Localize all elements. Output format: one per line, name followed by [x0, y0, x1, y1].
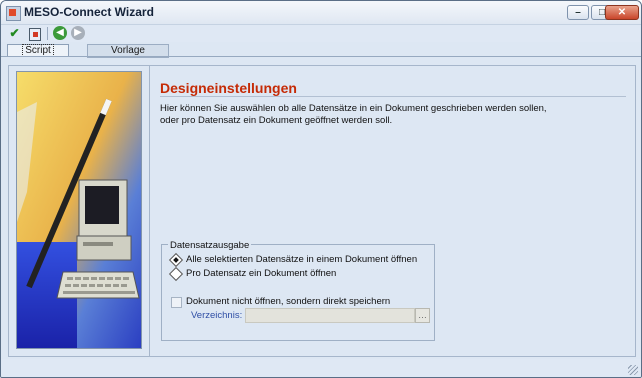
- directory-label: Verzeichnis:: [191, 310, 243, 321]
- page-title: Designeinstellungen: [160, 80, 297, 96]
- app-icon: [6, 6, 21, 21]
- forward-arrow-icon[interactable]: ▶: [71, 26, 85, 40]
- tab-divider: [1, 56, 641, 57]
- check-icon[interactable]: ✔: [7, 26, 22, 41]
- back-arrow-icon[interactable]: ◀: [53, 26, 67, 40]
- checkbox-box: [171, 297, 182, 308]
- minimize-button[interactable]: –: [567, 5, 589, 20]
- save-directly-label: Dokument nicht öffnen, sondern direkt sp…: [186, 296, 391, 307]
- wizard-content: Designeinstellungen Hier können Sie ausw…: [8, 65, 636, 357]
- description-line-1: Hier können Sie auswählen ob alle Datens…: [160, 103, 547, 114]
- toolbar: ✔ ◀ ▶: [1, 25, 641, 42]
- status-bar: [1, 359, 641, 377]
- wizard-window: MESO-Connect Wizard – □ ✕ ✔ ◀ ▶ Script V…: [0, 0, 642, 378]
- wizard-banner-image: [16, 71, 142, 349]
- toolbar-separator: [47, 27, 48, 40]
- browse-button[interactable]: …: [415, 308, 430, 323]
- tab-strip: Script Vorlage: [1, 42, 641, 58]
- radio-per-record-label: Pro Datensatz ein Dokument öffnen: [186, 268, 337, 279]
- page-description: Hier können Sie auswählen ob alle Datens…: [160, 103, 600, 127]
- title-bar[interactable]: MESO-Connect Wizard – □ ✕: [1, 1, 641, 25]
- resize-grip-icon[interactable]: [628, 365, 638, 375]
- directory-input[interactable]: [245, 308, 415, 323]
- content-divider: [149, 66, 150, 356]
- close-button[interactable]: ✕: [605, 5, 639, 20]
- window-title: MESO-Connect Wizard: [24, 5, 154, 19]
- description-line-2: oder pro Datensatz ein Dokument geöffnet…: [160, 115, 393, 126]
- radio-all-in-one-label: Alle selektierten Datensätze in einem Do…: [186, 254, 418, 265]
- title-rule: [160, 96, 626, 97]
- output-group-title: Datensatzausgabe: [168, 240, 252, 251]
- close-icon: ✕: [617, 7, 627, 18]
- minimize-icon: –: [575, 7, 581, 18]
- exit-icon[interactable]: [27, 26, 42, 41]
